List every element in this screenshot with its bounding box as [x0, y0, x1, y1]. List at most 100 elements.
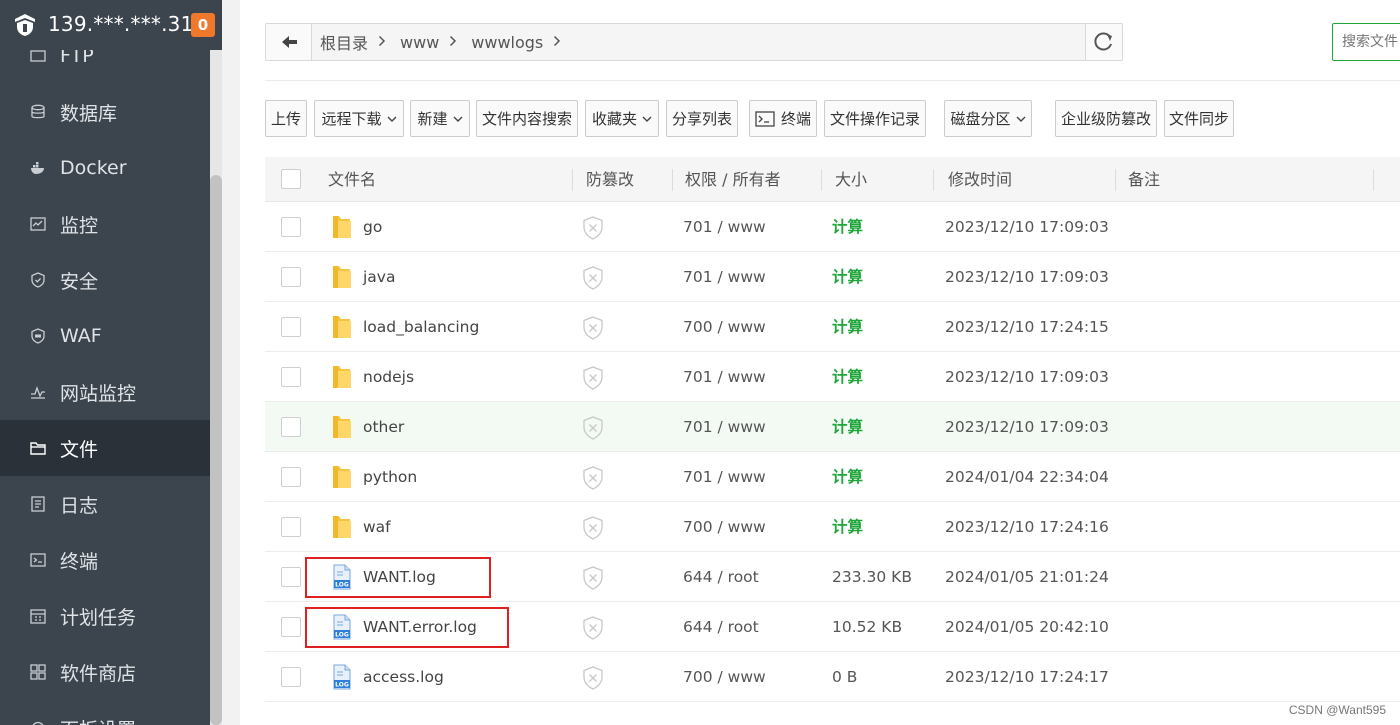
- sidebar-item-label: 数据库: [60, 102, 118, 125]
- file-name[interactable]: java: [363, 252, 395, 302]
- table-row[interactable]: java 701 / www 计算 2023/12/10 17:09:03: [265, 252, 1400, 302]
- sidebar-item-calendar[interactable]: 计划任务: [0, 588, 210, 644]
- tamper-shield-icon[interactable]: [582, 266, 604, 290]
- sidebar-item-monitor[interactable]: 监控: [0, 196, 210, 252]
- row-checkbox[interactable]: [281, 467, 301, 487]
- sidebar-item-app-store[interactable]: 软件商店: [0, 644, 210, 700]
- permission-owner[interactable]: 701 / www: [683, 402, 766, 452]
- file-name[interactable]: go: [363, 202, 382, 252]
- table-row[interactable]: other 701 / www 计算 2023/12/10 17:09:03: [265, 402, 1400, 452]
- file-size[interactable]: 计算: [832, 452, 863, 502]
- table-row[interactable]: waf 700 / www 计算 2023/12/10 17:24:16: [265, 502, 1400, 552]
- row-checkbox[interactable]: [281, 567, 301, 587]
- permission-owner[interactable]: 701 / www: [683, 352, 766, 402]
- row-checkbox[interactable]: [281, 267, 301, 287]
- new-button[interactable]: 新建: [410, 100, 470, 137]
- file-operation-log-button[interactable]: 文件操作记录: [824, 100, 926, 137]
- refresh-button[interactable]: [1085, 23, 1123, 61]
- table-row[interactable]: nodejs 701 / www 计算 2023/12/10 17:09:03: [265, 352, 1400, 402]
- remote-download-button[interactable]: 远程下载: [314, 100, 404, 137]
- permission-owner[interactable]: 644 / root: [683, 552, 759, 602]
- folder-icon: [330, 414, 354, 440]
- file-name[interactable]: load_balancing: [363, 302, 479, 352]
- breadcrumb-item[interactable]: 根目录: [320, 30, 368, 54]
- file-size[interactable]: 计算: [832, 402, 863, 452]
- select-all-checkbox[interactable]: [281, 169, 301, 189]
- column-permission[interactable]: 权限 / 所有者: [685, 157, 781, 202]
- file-size[interactable]: 计算: [832, 352, 863, 402]
- sidebar-scrollbar-thumb[interactable]: [210, 175, 222, 725]
- column-filename[interactable]: 文件名: [328, 157, 376, 202]
- row-checkbox[interactable]: [281, 417, 301, 437]
- file-size[interactable]: 计算: [832, 502, 863, 552]
- chevron-right-icon: [449, 33, 457, 51]
- folder-icon: [330, 264, 354, 290]
- row-checkbox[interactable]: [281, 367, 301, 387]
- tamper-shield-icon[interactable]: [582, 366, 604, 390]
- row-checkbox[interactable]: [281, 617, 301, 637]
- tamper-shield-icon[interactable]: [582, 466, 604, 490]
- table-row[interactable]: LOG access.log 700 / www 0 B 2023/12/10 17:2…: [265, 652, 1400, 702]
- sidebar-item-site-monitor[interactable]: 网站监控: [0, 364, 210, 420]
- modified-time: 2023/12/10 17:24:17: [945, 668, 1109, 686]
- terminal-icon: [755, 110, 775, 127]
- file-name[interactable]: waf: [363, 502, 391, 552]
- upload-label: 上传: [270, 110, 301, 128]
- permission-owner[interactable]: 701 / www: [683, 202, 766, 252]
- permission-owner[interactable]: 700 / www: [683, 302, 766, 352]
- file-size[interactable]: 计算: [832, 252, 863, 302]
- sidebar-item-waf[interactable]: WAF: [0, 308, 210, 364]
- file-size[interactable]: 计算: [832, 302, 863, 352]
- breadcrumb-item[interactable]: www: [400, 33, 439, 52]
- share-list-button[interactable]: 分享列表: [666, 100, 738, 137]
- file-name[interactable]: nodejs: [363, 352, 414, 402]
- tamper-shield-icon[interactable]: [582, 516, 604, 540]
- app-store-icon: [30, 664, 46, 680]
- table-row[interactable]: load_balancing 700 / www 计算 2023/12/10 17:2…: [265, 302, 1400, 352]
- disk-partition-button[interactable]: 磁盘分区: [944, 100, 1032, 137]
- notification-badge[interactable]: 0: [191, 13, 215, 37]
- tamper-shield-icon[interactable]: [582, 666, 604, 690]
- terminal-button[interactable]: 终端: [749, 100, 817, 137]
- tamper-proof-button[interactable]: 企业级防篡改: [1055, 100, 1157, 137]
- permission-owner[interactable]: 644 / root: [683, 602, 759, 652]
- sidebar-item-log[interactable]: 日志: [0, 476, 210, 532]
- permission-owner[interactable]: 700 / www: [683, 652, 766, 702]
- tamper-shield-icon[interactable]: [582, 566, 604, 590]
- breadcrumb-item[interactable]: wwwlogs: [471, 33, 543, 52]
- sidebar-item-security-shield[interactable]: 安全: [0, 252, 210, 308]
- file-name[interactable]: access.log: [363, 652, 444, 702]
- tamper-shield-icon[interactable]: [582, 216, 604, 240]
- tamper-shield-icon[interactable]: [582, 616, 604, 640]
- row-checkbox[interactable]: [281, 317, 301, 337]
- row-checkbox[interactable]: [281, 517, 301, 537]
- sidebar-item-docker[interactable]: Docker: [0, 140, 210, 196]
- table-row[interactable]: go 701 / www 计算 2023/12/10 17:09:03: [265, 202, 1400, 252]
- sidebar-item-label: 软件商店: [60, 662, 137, 685]
- row-checkbox[interactable]: [281, 667, 301, 687]
- sidebar-item-settings[interactable]: 面板设置: [0, 700, 210, 725]
- permission-owner[interactable]: 701 / www: [683, 452, 766, 502]
- content-search-button[interactable]: 文件内容搜索: [476, 100, 578, 137]
- upload-button[interactable]: 上传: [265, 100, 307, 137]
- permission-owner[interactable]: 700 / www: [683, 502, 766, 552]
- file-name[interactable]: python: [363, 452, 417, 502]
- search-file-input[interactable]: [1332, 23, 1400, 61]
- sidebar-item-terminal[interactable]: 终端: [0, 532, 210, 588]
- file-name[interactable]: other: [363, 402, 404, 452]
- column-size[interactable]: 大小: [835, 157, 867, 202]
- file-sync-button[interactable]: 文件同步: [1164, 100, 1234, 137]
- column-modified-time[interactable]: 修改时间: [948, 157, 1012, 202]
- sidebar-item-database[interactable]: 数据库: [0, 84, 210, 140]
- favorites-button[interactable]: 收藏夹: [585, 100, 659, 137]
- address-bar[interactable]: 根目录 www wwwlogs: [265, 23, 1123, 61]
- file-size[interactable]: 计算: [832, 202, 863, 252]
- back-button[interactable]: [266, 24, 312, 60]
- sidebar-item-folder[interactable]: 文件: [0, 420, 210, 476]
- row-checkbox[interactable]: [281, 217, 301, 237]
- tamper-shield-icon[interactable]: [582, 316, 604, 340]
- table-row[interactable]: python 701 / www 计算 2024/01/04 22:34:04: [265, 452, 1400, 502]
- tamper-shield-icon[interactable]: [582, 416, 604, 440]
- monitor-icon: [30, 216, 46, 232]
- permission-owner[interactable]: 701 / www: [683, 252, 766, 302]
